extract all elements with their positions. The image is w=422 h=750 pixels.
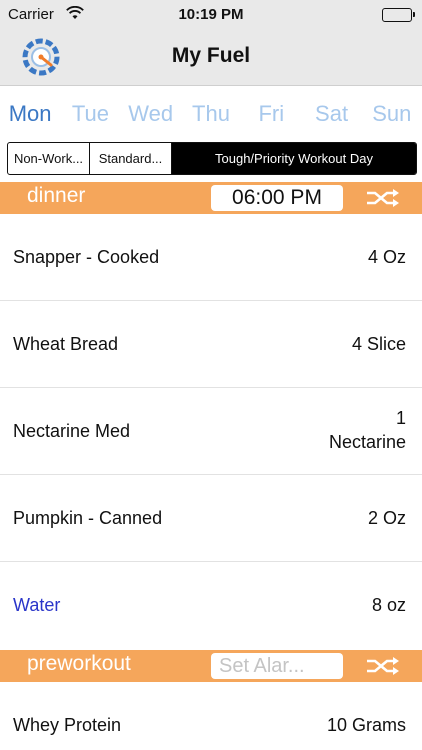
- segment-tough-priority[interactable]: Tough/Priority Workout Day: [172, 143, 416, 174]
- food-quantity-line2: Nectarine: [328, 432, 406, 452]
- day-selector: Mon Tue Wed Thu Fri Sat Sun: [0, 96, 422, 132]
- segment-standard[interactable]: Standard...: [90, 143, 172, 174]
- day-tab-sat[interactable]: Sat: [301, 96, 361, 132]
- meal-name: preworkout: [27, 652, 131, 675]
- clock: 10:19 PM: [178, 6, 244, 23]
- day-tab-fri[interactable]: Fri: [241, 96, 301, 132]
- shuffle-icon[interactable]: [366, 656, 400, 676]
- food-row[interactable]: Whey Protein 10 Grams: [0, 682, 422, 750]
- food-quantity: 8 oz: [371, 595, 406, 615]
- day-tab-sun[interactable]: Sun: [362, 96, 422, 132]
- food-quantity-line1: 1: [395, 408, 406, 428]
- food-name: Pumpkin - Canned: [13, 508, 163, 528]
- day-tab-tue[interactable]: Tue: [60, 96, 120, 132]
- day-tab-wed[interactable]: Wed: [121, 96, 181, 132]
- food-row[interactable]: Pumpkin - Canned 2 Oz: [0, 475, 422, 562]
- meal-header-preworkout: preworkout Set Alar...: [0, 650, 422, 682]
- alarm-time-field[interactable]: Set Alar...: [211, 653, 343, 679]
- food-name: Whey Protein: [13, 715, 122, 735]
- food-row[interactable]: Wheat Bread 4 Slice: [0, 301, 422, 388]
- battery-icon: [382, 8, 415, 22]
- food-name: Nectarine Med: [13, 421, 131, 441]
- page-title: My Fuel: [171, 44, 251, 67]
- food-row[interactable]: Nectarine Med 1 Nectarine: [0, 388, 422, 475]
- food-row[interactable]: Snapper - Cooked 4 Oz: [0, 214, 422, 301]
- food-quantity: 4 Slice: [351, 334, 406, 354]
- meal-name: dinner: [27, 184, 86, 207]
- status-bar: Carrier 10:19 PM: [0, 0, 422, 30]
- day-type-segmented-control: Non-Work... Standard... Tough/Priority W…: [7, 142, 417, 175]
- nav-bar: My Fuel: [0, 30, 422, 86]
- food-row[interactable]: Water 8 oz: [0, 562, 422, 650]
- meal-header-dinner: dinner 06:00 PM: [0, 182, 422, 214]
- food-quantity: 4 Oz: [367, 247, 406, 267]
- day-tab-mon[interactable]: Mon: [0, 96, 60, 132]
- shuffle-icon[interactable]: [366, 188, 400, 208]
- food-name-water[interactable]: Water: [13, 595, 60, 616]
- food-name: Snapper - Cooked: [13, 247, 160, 267]
- food-quantity: 10 Grams: [326, 715, 406, 735]
- meal-time-field[interactable]: 06:00 PM: [211, 185, 343, 211]
- food-quantity: 2 Oz: [367, 508, 406, 528]
- day-tab-thu[interactable]: Thu: [181, 96, 241, 132]
- segment-non-workout[interactable]: Non-Work...: [8, 143, 90, 174]
- food-name: Wheat Bread: [13, 334, 119, 354]
